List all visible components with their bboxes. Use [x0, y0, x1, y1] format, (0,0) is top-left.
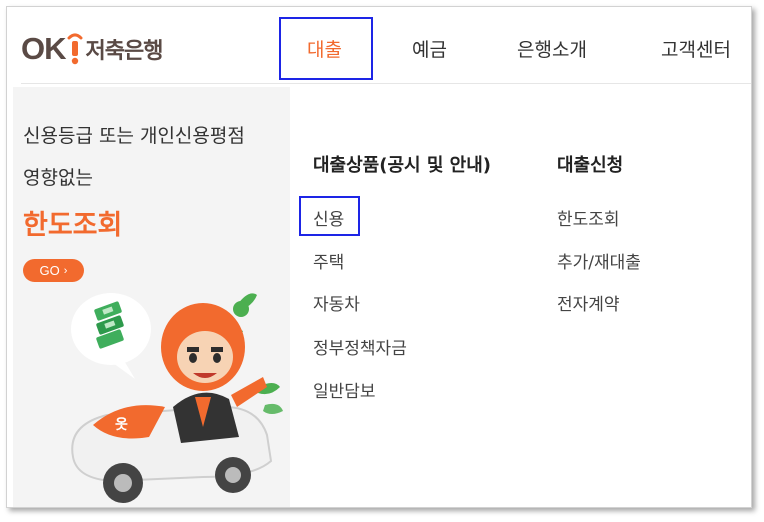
- nav-item-customer-center[interactable]: 고객센터: [661, 35, 731, 62]
- svg-text:옷: 옷: [115, 417, 128, 433]
- menu-item-limit-inquiry[interactable]: 한도조회: [557, 205, 620, 230]
- promo-text-line2: 영향없는: [23, 167, 93, 189]
- nav-highlight-box: [279, 17, 373, 80]
- menu-item-additional-reloan[interactable]: 추가/재대출: [557, 248, 641, 273]
- menu-item-general-collateral[interactable]: 일반담보: [313, 377, 376, 402]
- menu-item-housing[interactable]: 주택: [313, 248, 344, 273]
- menu-item-car[interactable]: 자동차: [313, 290, 360, 315]
- money-bubble-icon: [71, 293, 151, 379]
- go-button-label: GO: [39, 263, 60, 278]
- mascot-illustration: 옷: [71, 293, 283, 503]
- logo-bank-name: 저축은행: [85, 39, 164, 64]
- promo-panel: 신용등급 또는 개인신용평점 영향없는 한도조회 GO › 옷: [13, 87, 290, 507]
- menu-item-government-fund[interactable]: 정부정책자금: [313, 334, 407, 359]
- loan-products-heading: 대출상품(공시 및 안내): [313, 155, 492, 176]
- go-button[interactable]: GO ›: [23, 259, 84, 282]
- logo[interactable]: OK 저축은행: [21, 29, 164, 69]
- nav-item-deposit[interactable]: 예금: [412, 35, 447, 62]
- mega-menu-window: OK 저축은행 대출 예금 은행소개 고객센터 신용등급 또는 개인신용평점 영…: [6, 6, 752, 508]
- nav-item-about[interactable]: 은행소개: [517, 35, 587, 62]
- logo-ok-text: OK: [21, 31, 66, 66]
- header-divider: [21, 83, 751, 84]
- chevron-right-icon: ›: [63, 264, 68, 277]
- menu-item-e-contract[interactable]: 전자계약: [557, 290, 620, 315]
- promo-title: 한도조회: [23, 210, 123, 241]
- menu-highlight-box: [299, 196, 360, 236]
- loan-application-heading: 대출신청: [557, 155, 624, 176]
- logo-exclamation-icon: [67, 33, 82, 65]
- promo-text-line1: 신용등급 또는 개인신용평점: [23, 125, 245, 147]
